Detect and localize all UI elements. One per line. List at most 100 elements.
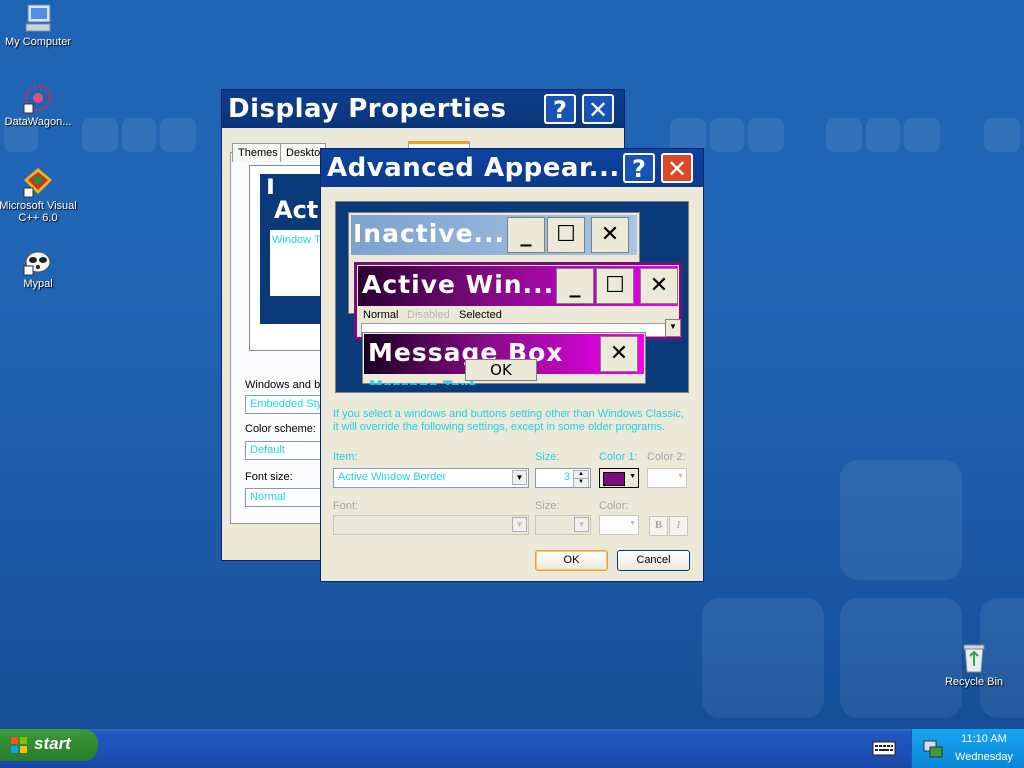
bold-button[interactable]: B — [649, 516, 668, 536]
advanced-appearance-dialog: Advanced Appear... ? ✕ Inactive... _ ☐ ✕… — [320, 148, 704, 582]
background-decoration — [904, 118, 940, 152]
chevron-down-icon: ▼ — [629, 520, 636, 527]
chevron-down-icon: ▼ — [677, 473, 684, 480]
background-decoration — [670, 118, 706, 152]
preview-inactive-titlebar: Inactive... _ ☐ ✕ — [351, 215, 637, 255]
close-icon: ✕ — [591, 217, 629, 253]
font-size-label: Size: — [535, 500, 560, 512]
windows-logo-icon — [11, 737, 27, 753]
item-select[interactable]: Active Window Border ▼ — [333, 468, 529, 488]
preview-ok-button: OK — [465, 359, 537, 381]
keyboard-icon[interactable] — [872, 738, 896, 758]
color-scheme-label: Color scheme: — [245, 423, 316, 435]
background-decoration — [984, 118, 1020, 152]
background-decoration — [866, 118, 900, 152]
background-decoration — [82, 118, 118, 152]
desktop-icon-mypal[interactable]: Mypal — [0, 244, 78, 290]
preview-active-titlebar: Active Win... _ ☐ ✕ — [358, 266, 678, 306]
color2-picker[interactable]: ▼ — [647, 468, 687, 488]
color1-swatch — [603, 472, 625, 486]
size-label: Size: — [535, 451, 560, 463]
preview-inactive-title: Inactive... — [353, 219, 506, 248]
window-title: Advanced Appear... — [327, 153, 620, 183]
background-decoration — [826, 118, 862, 152]
item-select-value: Active Window Border — [338, 471, 447, 483]
desktop-icon-label: Microsoft Visual C++ 6.0 — [0, 200, 77, 224]
maximize-icon: ☐ — [547, 217, 585, 253]
computer-icon — [22, 2, 54, 34]
display-properties-titlebar[interactable]: Display Properties ? ✕ — [222, 90, 624, 128]
size-value: 3 — [563, 471, 570, 483]
taskbar: start 11:10 AM Wednesday — [0, 729, 1024, 768]
desktop-icon-label: Recycle Bin — [944, 676, 1004, 688]
background-decoration — [710, 118, 744, 152]
preview-active-title: Active Win... — [362, 270, 555, 299]
clock-time[interactable]: 11:10 AM — [948, 733, 1020, 745]
clock-day: Wednesday — [955, 751, 1013, 763]
preview-menu-normal: Normal — [363, 309, 399, 321]
desktop-icon-recycle-bin[interactable]: Recycle Bin — [934, 642, 1014, 688]
chevron-down-icon: ▼ — [574, 517, 589, 532]
close-icon: ✕ — [600, 336, 638, 372]
close-button[interactable]: ✕ — [582, 94, 614, 124]
preview-menu-selected: Selected — [459, 309, 502, 321]
preview-message-text: Message Text — [369, 379, 476, 385]
italic-button[interactable]: I — [669, 516, 688, 536]
font-size-select[interactable]: ▼ — [535, 515, 591, 535]
help-button[interactable]: ? — [623, 153, 655, 183]
font-color-label: Color: — [599, 500, 629, 512]
minimize-icon: _ — [556, 268, 594, 304]
desktop-icon-label: My Computer — [4, 36, 72, 48]
font-label: Font: — [333, 500, 359, 512]
preview-window-text: Window T — [272, 234, 321, 246]
desktop-icon-label: Mypal — [23, 278, 53, 290]
minimize-icon: _ — [507, 217, 545, 253]
window-title: Display Properties — [228, 94, 507, 124]
datawagon-icon — [22, 82, 54, 114]
help-button[interactable]: ? — [544, 94, 576, 124]
ok-button[interactable]: OK — [535, 550, 608, 571]
close-icon: ✕ — [640, 268, 678, 304]
background-decoration — [702, 598, 824, 718]
close-button[interactable]: ✕ — [661, 153, 693, 183]
desktop-icon-visual-cpp[interactable]: Microsoft Visual C++ 6.0 — [0, 166, 78, 224]
size-spinner[interactable]: 3 ▲ ▼ — [535, 468, 591, 488]
desktop-icon-my-computer[interactable]: My Computer — [0, 2, 78, 48]
chevron-down-icon: ▼ — [512, 517, 527, 532]
font-select[interactable]: ▼ — [333, 515, 529, 535]
tab-themes[interactable]: Themes — [232, 143, 284, 162]
background-decoration — [160, 118, 196, 152]
cancel-button[interactable]: Cancel — [617, 550, 690, 571]
background-decoration — [122, 118, 156, 152]
color1-label: Color 1: — [599, 451, 638, 463]
chevron-down-icon: ▼ — [629, 473, 636, 480]
system-tray: 11:10 AM Wednesday — [911, 729, 1024, 768]
desktop-icon-datawagon[interactable]: DataWagon... — [0, 82, 78, 128]
maximize-icon: ☐ — [596, 268, 634, 304]
color1-picker[interactable]: ▼ — [599, 468, 639, 488]
background-decoration — [748, 118, 784, 152]
background-decoration — [840, 460, 962, 580]
preview-message-box[interactable]: Message Box ✕ OK Message Text — [362, 332, 646, 385]
preview-menu-disabled: Disabled — [407, 309, 450, 321]
font-size-label: Font size: — [245, 471, 293, 483]
start-label: start — [34, 734, 71, 753]
desktop-icon-label: DataWagon... — [4, 116, 72, 128]
scroll-down-icon: ▼ — [665, 319, 681, 337]
visual-cpp-icon — [22, 166, 54, 198]
network-icon[interactable] — [922, 737, 944, 759]
mypal-icon — [22, 244, 54, 276]
recycle-bin-icon — [958, 642, 990, 674]
start-button[interactable]: start — [0, 729, 98, 761]
preview-active-window[interactable]: Active Win... _ ☐ ✕ Normal Disabled Sele… — [354, 262, 682, 340]
font-color-picker[interactable]: ▼ — [599, 515, 639, 535]
spin-down-icon[interactable]: ▼ — [573, 478, 589, 487]
info-text-line2: it will override the following settings,… — [333, 421, 665, 433]
color2-label: Color 2: — [647, 451, 686, 463]
info-text-line1: If you select a windows and buttons sett… — [333, 408, 684, 420]
item-label: Item: — [333, 451, 358, 463]
appearance-preview[interactable]: Inactive... _ ☐ ✕ Active Win... _ ☐ ✕ No… — [335, 201, 689, 393]
advanced-appearance-titlebar[interactable]: Advanced Appear... ? ✕ — [321, 149, 703, 187]
windows-buttons-label: Windows and bu — [245, 379, 327, 391]
chevron-down-icon[interactable]: ▼ — [512, 470, 527, 485]
